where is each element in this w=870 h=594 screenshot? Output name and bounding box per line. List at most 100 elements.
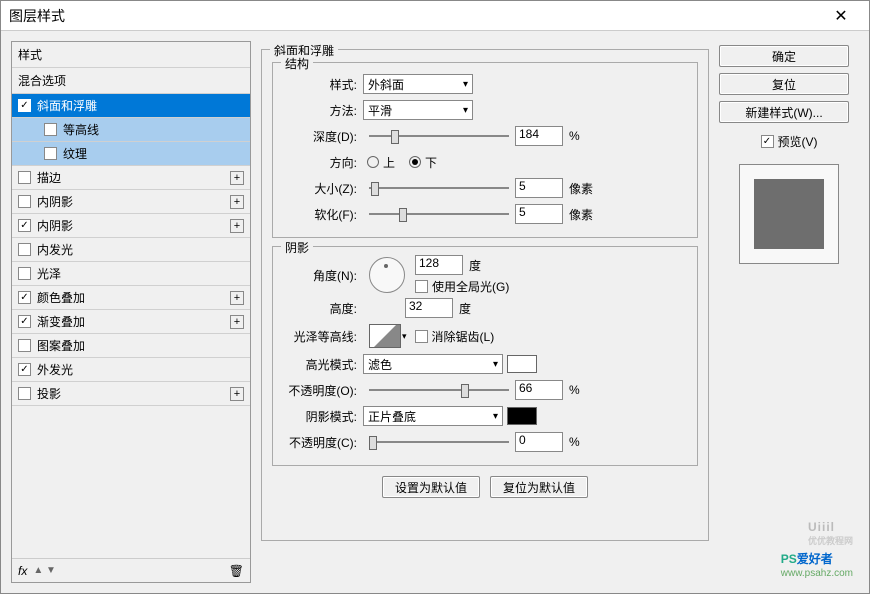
cancel-button[interactable]: 复位 [719,73,849,95]
sidebar-stroke[interactable]: 描边+ [12,166,250,190]
sidebar-pattern-overlay[interactable]: 图案叠加 [12,334,250,358]
global-light-checkbox[interactable] [415,280,428,293]
shadow-mode-dropdown[interactable]: 正片叠底▾ [363,406,503,426]
arrows-icon[interactable]: ▲ ▼ [33,565,56,576]
checkbox-icon[interactable]: ✓ [18,219,31,232]
chevron-down-icon: ▾ [493,411,498,422]
shadow-color-swatch[interactable] [507,407,537,425]
sidebar-texture[interactable]: 纹理 [12,142,250,166]
checkbox-icon[interactable] [18,243,31,256]
watermark-psahz: PS爱好者www.psahz.com [781,550,853,579]
checkbox-icon[interactable] [18,267,31,280]
preview-label: 预览(V) [778,133,818,150]
highlight-opacity-slider[interactable] [369,381,509,399]
sidebar-satin[interactable]: 光泽 [12,262,250,286]
sidebar-styles[interactable]: 样式 [12,42,250,68]
fx-icon[interactable]: fx [18,564,27,578]
soften-label: 软化(F): [283,206,363,223]
gloss-label: 光泽等高线: [283,328,363,345]
ok-button[interactable]: 确定 [719,45,849,67]
angle-input[interactable]: 128 [415,255,463,275]
add-icon[interactable]: + [230,315,244,329]
center-panel: 斜面和浮雕 结构 样式: 外斜面▾ 方法: 平滑▾ 深度(D): 184% 方向… [261,41,709,583]
trash-icon[interactable]: 🗑 [229,564,244,578]
chevron-down-icon: ▾ [493,359,498,370]
dialog-title: 图层样式 [9,6,65,26]
add-icon[interactable]: + [230,195,244,209]
new-style-button[interactable]: 新建样式(W)... [719,101,849,123]
soften-slider[interactable] [369,205,509,223]
styles-footer: fx ▲ ▼ 🗑 [12,558,250,582]
altitude-input[interactable]: 32 [405,298,453,318]
sidebar-color-overlay[interactable]: ✓颜色叠加+ [12,286,250,310]
checkbox-icon[interactable] [44,147,57,160]
depth-label: 深度(D): [283,128,363,145]
technique-label: 方法: [283,102,363,119]
sidebar-drop-shadow[interactable]: 投影+ [12,382,250,406]
titlebar[interactable]: 图层样式 ✕ [1,1,869,31]
shadow-opacity-label: 不透明度(C): [283,434,363,451]
size-input[interactable]: 5 [515,178,563,198]
add-icon[interactable]: + [230,291,244,305]
size-slider[interactable] [369,179,509,197]
watermark-uiii: Uiiil优优教程网 [808,518,853,547]
depth-slider[interactable] [369,127,509,145]
angle-dial[interactable] [369,257,405,293]
shadow-opacity-input[interactable]: 0 [515,432,563,452]
soften-input[interactable]: 5 [515,204,563,224]
style-label: 样式: [283,76,363,93]
sidebar-inner-glow[interactable]: 内发光 [12,238,250,262]
checkbox-icon[interactable]: ✓ [18,291,31,304]
checkbox-icon[interactable] [18,195,31,208]
shadow-fieldset: 阴影 角度(N): 128度 使用全局光(G) 高度: 32度 光泽等高线: ▾ [272,246,698,466]
styles-panel: 样式 混合选项 ✓斜面和浮雕 等高线 纹理 描边+ 内阴影+ ✓内阴影+ 内发光… [11,41,251,583]
checkbox-icon[interactable] [18,387,31,400]
altitude-label: 高度: [283,300,363,317]
technique-dropdown[interactable]: 平滑▾ [363,100,473,120]
sidebar-gradient-overlay[interactable]: ✓渐变叠加+ [12,310,250,334]
checkbox-icon[interactable] [18,339,31,352]
highlight-mode-label: 高光模式: [283,356,363,373]
highlight-opacity-input[interactable]: 66 [515,380,563,400]
bevel-fieldset: 斜面和浮雕 结构 样式: 外斜面▾ 方法: 平滑▾ 深度(D): 184% 方向… [261,49,709,541]
preview-box [739,164,839,264]
direction-down-radio[interactable] [409,156,421,168]
sidebar-inner-shadow[interactable]: 内阴影+ [12,190,250,214]
chevron-down-icon: ▾ [463,105,468,116]
preview-checkbox[interactable]: ✓ [761,135,774,148]
sidebar-bevel[interactable]: ✓斜面和浮雕 [12,94,250,118]
defaults-row: 设置为默认值 复位为默认值 [272,476,698,498]
add-icon[interactable]: + [230,387,244,401]
size-label: 大小(Z): [283,180,363,197]
antialias-checkbox[interactable] [415,330,428,343]
sidebar-inner-shadow-2[interactable]: ✓内阴影+ [12,214,250,238]
close-button[interactable]: ✕ [821,2,861,30]
style-dropdown[interactable]: 外斜面▾ [363,74,473,94]
checkbox-icon[interactable]: ✓ [18,99,31,112]
direction-up-radio[interactable] [367,156,379,168]
gloss-contour-picker[interactable] [369,324,401,348]
add-icon[interactable]: + [230,219,244,233]
sidebar-contour[interactable]: 等高线 [12,118,250,142]
sidebar-outer-glow[interactable]: ✓外发光 [12,358,250,382]
right-panel: 确定 复位 新建样式(W)... ✓ 预览(V) [719,41,859,583]
direction-label: 方向: [283,154,363,171]
checkbox-icon[interactable] [18,171,31,184]
make-default-button[interactable]: 设置为默认值 [382,476,480,498]
preview-swatch [754,179,824,249]
checkbox-icon[interactable]: ✓ [18,315,31,328]
layer-style-dialog: 图层样式 ✕ 样式 混合选项 ✓斜面和浮雕 等高线 纹理 描边+ 内阴影+ ✓内… [0,0,870,594]
checkbox-icon[interactable]: ✓ [18,363,31,376]
highlight-color-swatch[interactable] [507,355,537,373]
highlight-mode-dropdown[interactable]: 滤色▾ [363,354,503,374]
sidebar-blend[interactable]: 混合选项 [12,68,250,94]
shadow-legend: 阴影 [281,239,313,256]
chevron-down-icon: ▾ [463,79,468,90]
shadow-opacity-slider[interactable] [369,433,509,451]
structure-fieldset: 结构 样式: 外斜面▾ 方法: 平滑▾ 深度(D): 184% 方向: 上 下 [272,62,698,238]
depth-input[interactable]: 184 [515,126,563,146]
add-icon[interactable]: + [230,171,244,185]
checkbox-icon[interactable] [44,123,57,136]
structure-legend: 结构 [281,55,313,72]
reset-default-button[interactable]: 复位为默认值 [490,476,588,498]
